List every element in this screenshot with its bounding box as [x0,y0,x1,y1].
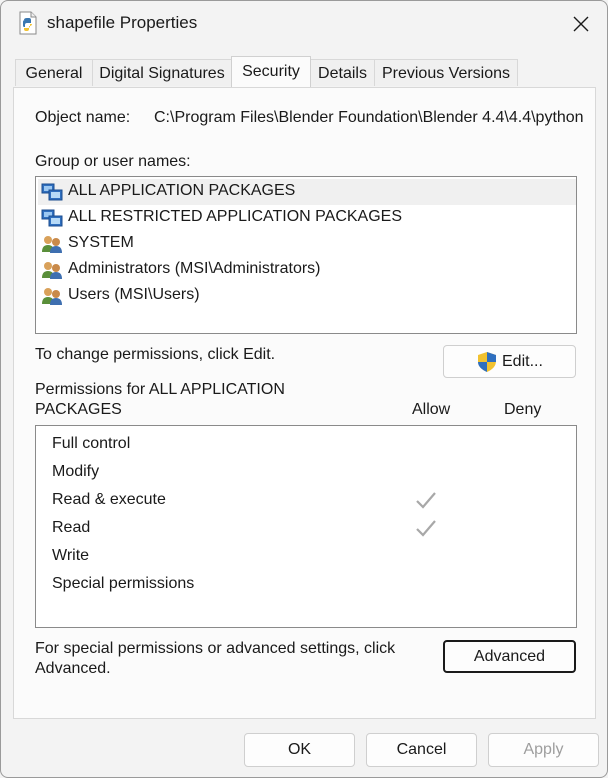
allow-check-icon [416,492,436,509]
apply-button[interactable]: Apply [488,733,599,767]
edit-button[interactable]: Edit... [443,345,576,378]
edit-button-label: Edit... [502,353,543,370]
security-panel: Object name: C:\Program Files\Blender Fo… [13,87,596,719]
list-item-label: ALL APPLICATION PACKAGES [68,182,296,199]
permission-read-execute: Read & execute [52,491,166,508]
app-packages-icon [41,208,63,228]
python-file-icon [17,11,39,35]
list-item-label: SYSTEM [68,234,134,251]
tab-digital-signatures[interactable]: Digital Signatures [92,59,232,86]
deny-column-header: Deny [504,401,542,418]
allow-check-icon [416,520,436,537]
permissions-for-label-line2: PACKAGES [35,401,122,418]
change-permissions-text: To change permissions, click Edit. [35,346,276,363]
title-bar: shapefile Properties [1,1,607,47]
tab-security[interactable]: Security [231,56,311,87]
advanced-hint-line2: Advanced. [35,660,111,677]
advanced-hint-line1: For special permissions or advanced sett… [35,640,396,657]
close-button[interactable] [563,7,599,41]
group-or-user-names-label: Group or user names: [35,153,191,170]
permission-full-control: Full control [52,435,131,452]
tab-general[interactable]: General [15,59,93,86]
uac-shield-icon [478,352,496,372]
list-item-label: ALL RESTRICTED APPLICATION PACKAGES [68,208,403,225]
object-name-label: Object name: [35,109,131,126]
allow-column-header: Allow [412,401,451,418]
app-packages-icon [41,182,63,202]
object-name-value: C:\Program Files\Blender Foundation\Blen… [154,109,584,126]
list-item-label: Administrators (MSI\Administrators) [68,260,321,277]
users-icon [41,286,63,306]
permission-special: Special permissions [52,575,195,592]
tab-previous-versions[interactable]: Previous Versions [374,59,518,86]
group-user-list[interactable]: ALL APPLICATION PACKAGES ALL RESTRICTED … [35,176,577,334]
list-item[interactable]: ALL RESTRICTED APPLICATION PACKAGES [38,205,576,231]
ok-button[interactable]: OK [244,733,355,767]
users-icon [41,234,63,254]
close-icon [573,16,589,32]
properties-dialog: shapefile Properties General Digital Sig… [0,0,608,778]
permission-read: Read [52,519,91,536]
list-item[interactable]: Administrators (MSI\Administrators) [38,257,576,283]
list-item[interactable]: SYSTEM [38,231,576,257]
permission-write: Write [52,547,90,564]
list-item[interactable]: Users (MSI\Users) [38,283,576,309]
list-item-label: Users (MSI\Users) [68,286,200,303]
users-icon [41,260,63,280]
tab-details[interactable]: Details [310,59,375,86]
advanced-button[interactable]: Advanced [443,640,576,673]
cancel-button[interactable]: Cancel [366,733,477,767]
permissions-list[interactable]: Full control Modify Read & execute Read … [35,425,577,628]
window-title: shapefile Properties [47,13,198,32]
list-item[interactable]: ALL APPLICATION PACKAGES [38,179,576,205]
permissions-for-label-line1: Permissions for ALL APPLICATION [35,381,285,398]
permission-modify: Modify [52,463,100,480]
